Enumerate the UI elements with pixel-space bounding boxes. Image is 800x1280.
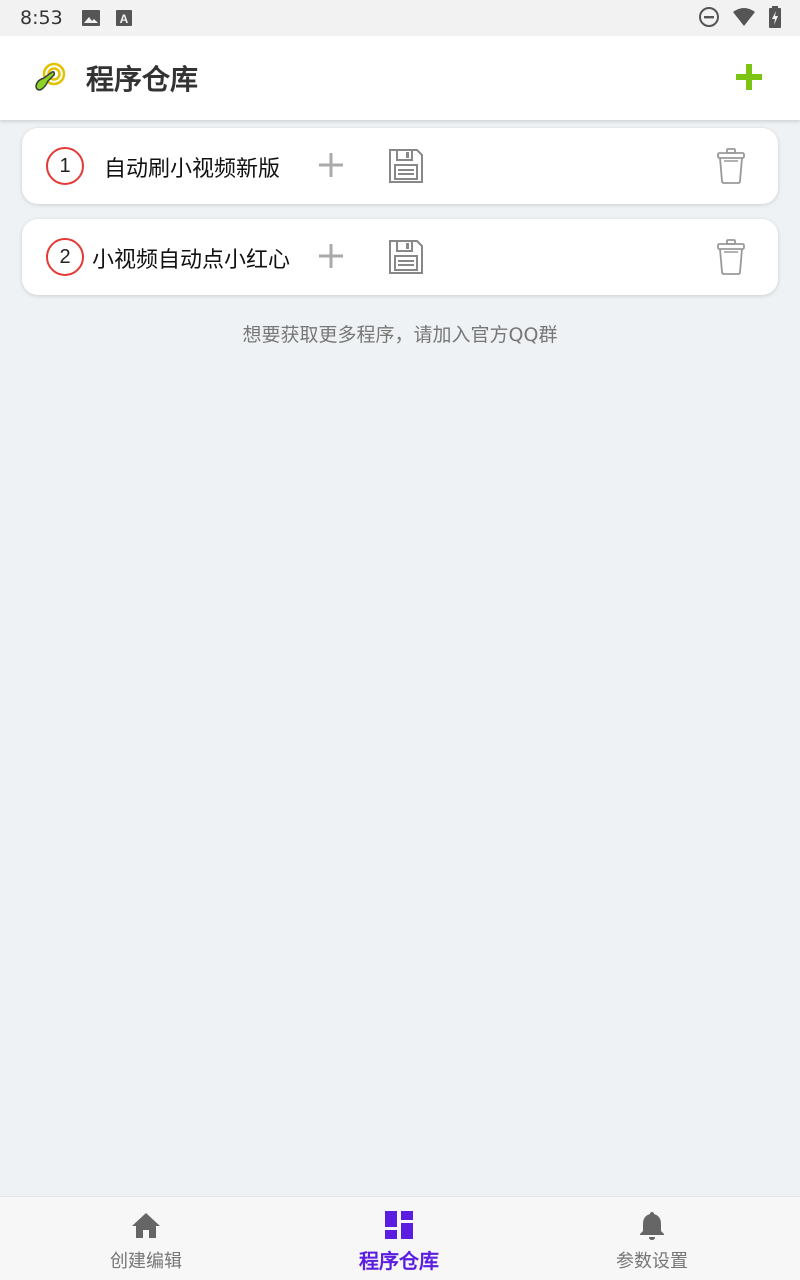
status-bar: 8:53 A (0, 0, 800, 36)
program-card[interactable]: 1 自动刷小视频新版 (22, 128, 778, 204)
status-time: 8:53 (20, 7, 63, 29)
page-title: 程序仓库 (86, 63, 199, 96)
nav-item-create-edit[interactable]: 创建编辑 (46, 1197, 246, 1280)
trash-icon[interactable] (716, 239, 746, 275)
save-icon[interactable] (388, 239, 424, 275)
tap-finger-icon (35, 62, 66, 91)
dashboard-icon (385, 1211, 413, 1239)
program-index-badge: 1 (46, 147, 84, 185)
join-qq-group-hint[interactable]: 想要获取更多程序，请加入官方QQ群 (0, 320, 800, 347)
add-program-button[interactable] (734, 62, 764, 92)
app-bar: 程序仓库 (0, 36, 800, 120)
bottom-nav: 创建编辑 程序仓库 参数设置 (0, 1196, 800, 1280)
wifi-icon (733, 8, 755, 26)
save-icon[interactable] (388, 148, 424, 184)
program-list: 1 自动刷小视频新版 2 小视频自动点小红心 (22, 128, 778, 310)
program-name[interactable]: 小视频自动点小红心 (92, 242, 290, 274)
home-icon (132, 1213, 160, 1238)
bell-icon (640, 1212, 664, 1240)
program-index-badge: 2 (46, 238, 84, 276)
trash-icon[interactable] (716, 148, 746, 184)
add-step-button[interactable] (318, 152, 344, 178)
nav-item-program-repo[interactable]: 程序仓库 (299, 1197, 499, 1280)
text-a-icon: A (115, 10, 132, 26)
nav-item-settings[interactable]: 参数设置 (552, 1197, 752, 1280)
do-not-disturb-icon (699, 7, 719, 27)
program-card[interactable]: 2 小视频自动点小红心 (22, 219, 778, 295)
program-name[interactable]: 自动刷小视频新版 (104, 151, 280, 183)
battery-charging-icon (769, 6, 781, 28)
nav-label: 创建编辑 (110, 1251, 182, 1272)
nav-label: 程序仓库 (359, 1249, 439, 1273)
image-icon (81, 10, 100, 26)
nav-label: 参数设置 (616, 1251, 688, 1272)
add-step-button[interactable] (318, 243, 344, 269)
svg-text:A: A (119, 12, 128, 26)
